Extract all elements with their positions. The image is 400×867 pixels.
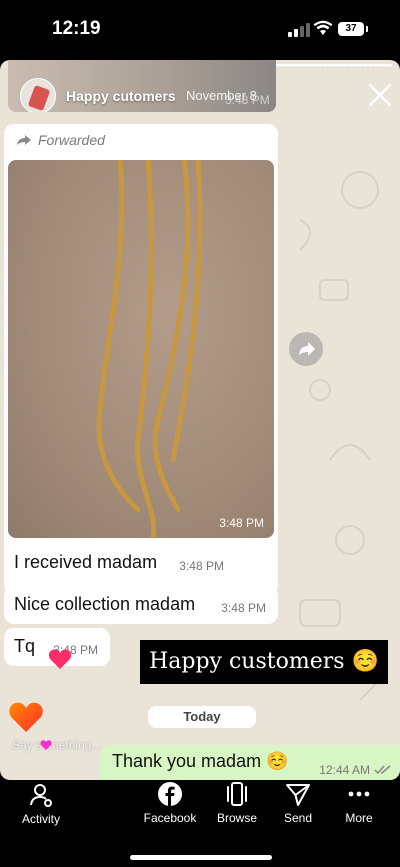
tab-label: Facebook — [143, 811, 197, 825]
message-text: Nice collection madam — [14, 594, 196, 614]
tab-label: Send — [283, 811, 313, 825]
tab-label: Browse — [216, 811, 257, 825]
status-time: 12:19 — [52, 18, 101, 39]
message-text: Thank you madam ☺️ — [112, 751, 289, 771]
message-text: I received madam — [14, 552, 158, 572]
heart-reaction-icon — [48, 649, 72, 669]
wifi-icon — [313, 20, 333, 35]
outgoing-message-bubble: Thank you madam ☺️ 12:44 AM — [100, 745, 400, 780]
message-bubble: I received madam 3:48 PM — [4, 544, 236, 582]
story-header: Happy cutomers 3:48 PM November 8 — [8, 60, 276, 112]
tab-more[interactable]: More — [336, 780, 382, 840]
tab-send[interactable]: Send — [274, 780, 322, 840]
forwarded-label: Forwarded — [16, 132, 105, 148]
chain-photo[interactable]: 3:48 PM — [8, 160, 274, 538]
forwarded-text: Forwarded — [38, 132, 105, 148]
heart-icon — [40, 740, 52, 750]
tab-browse[interactable]: Browse — [210, 780, 264, 840]
message-bubble: Nice collection madam 3:48 PM — [4, 586, 278, 624]
story-date: November 8 — [186, 88, 257, 103]
send-paper-plane-icon — [286, 784, 310, 806]
bottom-tab-bar: Activity Facebook Browse Send More — [0, 780, 400, 867]
story-author-name[interactable]: Happy cutomers — [66, 88, 176, 104]
date-divider: Today — [148, 706, 256, 728]
gold-chain-image — [96, 160, 203, 538]
reply-input[interactable]: Say something... — [12, 738, 101, 752]
status-bar: 12:19 37 — [0, 0, 400, 60]
message-text: Tq — [14, 636, 36, 656]
forwarded-photo-bubble: Forwarded 3:48 PM — [4, 124, 278, 596]
read-checkmarks-icon — [374, 765, 391, 775]
story-caption: Happy customers ☺️ — [140, 640, 388, 684]
cellular-signal-icon — [288, 23, 310, 37]
avatar[interactable] — [20, 78, 56, 112]
activity-person-icon — [30, 784, 52, 807]
home-indicator[interactable] — [130, 855, 272, 860]
tab-activity[interactable]: Activity — [14, 780, 68, 840]
tab-facebook[interactable]: Facebook — [139, 780, 201, 840]
more-dots-icon — [348, 791, 370, 797]
close-icon[interactable] — [367, 82, 393, 108]
facebook-icon — [158, 782, 182, 806]
message-time: 3:48 PM — [179, 559, 224, 573]
photo-time: 3:48 PM — [219, 516, 264, 530]
share-forward-icon[interactable] — [289, 332, 323, 366]
battery-icon: 37 — [338, 22, 368, 36]
quick-reaction-heart-icon[interactable] — [8, 700, 44, 734]
story-viewer[interactable]: Happy cutomers 3:48 PM November 8 Forwar… — [0, 60, 400, 780]
tab-label: More — [345, 811, 373, 825]
browse-cards-icon — [227, 782, 247, 806]
message-time: 3:48 PM — [221, 601, 266, 615]
tab-label: Activity — [21, 812, 60, 826]
message-time: 12:44 AM — [319, 763, 370, 777]
forward-arrow-icon — [17, 135, 31, 145]
